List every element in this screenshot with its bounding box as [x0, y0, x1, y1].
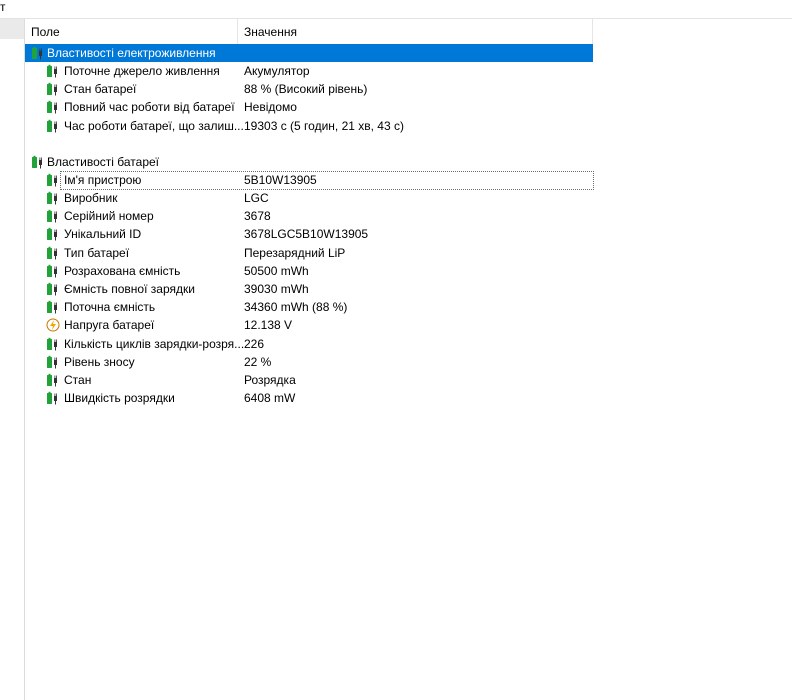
list-item[interactable]: Виробник LGC	[25, 189, 593, 207]
group-title: Властивості електроживлення	[47, 46, 216, 60]
battery-plug-icon	[46, 355, 60, 369]
list-item[interactable]: Стан батареї 88 % (Високий рівень)	[25, 80, 593, 98]
battery-plug-icon	[46, 209, 60, 223]
battery-plug-icon	[46, 337, 60, 351]
item-value: 3678	[244, 209, 271, 224]
list-item[interactable]: Поточна ємність 34360 mWh (88 %)	[25, 298, 593, 316]
item-value: 19303 с (5 годин, 21 хв, 43 с)	[244, 118, 404, 133]
battery-plug-icon	[46, 373, 60, 387]
group-title: Властивості батареї	[47, 154, 160, 169]
item-field: Поточна ємність	[64, 300, 156, 315]
item-value: 39030 mWh	[244, 282, 309, 296]
item-field: Кількість циклів зарядки-розря...	[64, 336, 245, 351]
list-item[interactable]: Серійний номер 3678	[25, 207, 593, 225]
item-field: Стан батареї	[64, 82, 137, 97]
group-row[interactable]: Властивості електроживлення	[25, 44, 593, 62]
top-strip: т	[0, 0, 792, 19]
item-value: Перезарядний LiP	[244, 245, 346, 260]
item-value: 22 %	[244, 354, 272, 369]
item-field: Тип батареї	[64, 245, 130, 260]
list-item[interactable]: Поточне джерело живлення Акумулятор	[25, 62, 593, 80]
left-tree-pane[interactable]	[0, 19, 25, 700]
top-strip-text: т	[0, 0, 6, 14]
item-field: Унікальний ID	[64, 227, 142, 242]
battery-plug-icon	[31, 46, 45, 60]
item-value: Розрядка	[244, 373, 296, 387]
list-item[interactable]: Унікальний ID 3678LGC5B10W13905	[25, 225, 593, 243]
item-value: 6408 mW	[244, 391, 296, 406]
list-item[interactable]: Ім'я пристрою 5B10W13905	[25, 170, 594, 190]
battery-plug-icon	[46, 100, 60, 114]
battery-plug-icon	[31, 155, 45, 169]
list-item[interactable]: Розрахована ємність 50500 mWh	[25, 262, 593, 280]
properties-list[interactable]: Поле Значення Властивості електроживленн…	[25, 19, 792, 700]
battery-plug-icon	[46, 173, 60, 187]
item-field: Ім'я пристрою	[64, 172, 142, 187]
column-header-field[interactable]: Поле	[25, 19, 238, 44]
item-field: Час роботи батареї, що залиш...	[64, 118, 244, 133]
battery-plug-icon	[46, 119, 60, 133]
list-item[interactable]: Рівень зносу 22 %	[25, 353, 593, 371]
item-field: Рівень зносу	[64, 354, 135, 369]
battery-plug-icon	[46, 300, 60, 314]
list-item[interactable]: Тип батареї Перезарядний LiP	[25, 244, 593, 262]
item-field: Стан	[64, 373, 92, 387]
item-value: 34360 mWh (88 %)	[244, 300, 348, 315]
item-value: 226	[244, 336, 265, 351]
item-value: Невідомо	[244, 100, 297, 115]
item-value: 88 % (Високий рівень)	[244, 82, 368, 97]
item-field: Серійний номер	[64, 209, 154, 224]
list-item[interactable]: Кількість циклів зарядки-розря... 226	[25, 335, 593, 353]
item-field: Швидкість розрядки	[64, 391, 175, 406]
left-tree-selection[interactable]	[0, 19, 24, 39]
item-value: Акумулятор	[244, 64, 310, 78]
list-header: Поле Значення	[25, 19, 593, 45]
list-item[interactable]: Час роботи батареї, що залиш... 19303 с (…	[25, 117, 593, 135]
battery-plug-icon	[46, 282, 60, 296]
item-value: 50500 mWh	[244, 263, 309, 278]
list-item[interactable]: Повний час роботи від батареї Невідомо	[25, 98, 593, 116]
item-value: 3678LGC5B10W13905	[244, 227, 369, 242]
group-row[interactable]: Властивості батареї	[25, 153, 593, 171]
item-field: Виробник	[64, 191, 118, 205]
item-field: Поточне джерело живлення	[64, 64, 220, 78]
item-field: Розрахована ємність	[64, 263, 181, 278]
item-field: Напруга батареї	[64, 318, 155, 333]
battery-plug-icon	[46, 191, 60, 205]
item-field: Ємність повної зарядки	[64, 282, 195, 296]
list-item[interactable]: Стан Розрядка	[25, 371, 593, 389]
item-value: 5B10W13905	[244, 172, 317, 187]
battery-plug-icon	[46, 64, 60, 78]
column-header-value[interactable]: Значення	[238, 19, 593, 44]
battery-plug-icon	[46, 246, 60, 260]
item-field: Повний час роботи від батареї	[64, 100, 235, 115]
battery-plug-icon	[46, 391, 60, 405]
item-value: LGC	[244, 191, 269, 205]
list-item[interactable]: Ємність повної зарядки 39030 mWh	[25, 280, 593, 298]
list-item[interactable]: Напруга батареї 12.138 V	[25, 316, 593, 334]
battery-plug-icon	[46, 82, 60, 96]
battery-plug-icon	[46, 264, 60, 278]
lightning-icon	[46, 318, 60, 332]
battery-plug-icon	[46, 227, 60, 241]
list-item[interactable]: Швидкість розрядки 6408 mW	[25, 389, 593, 407]
item-value: 12.138 V	[244, 318, 293, 333]
